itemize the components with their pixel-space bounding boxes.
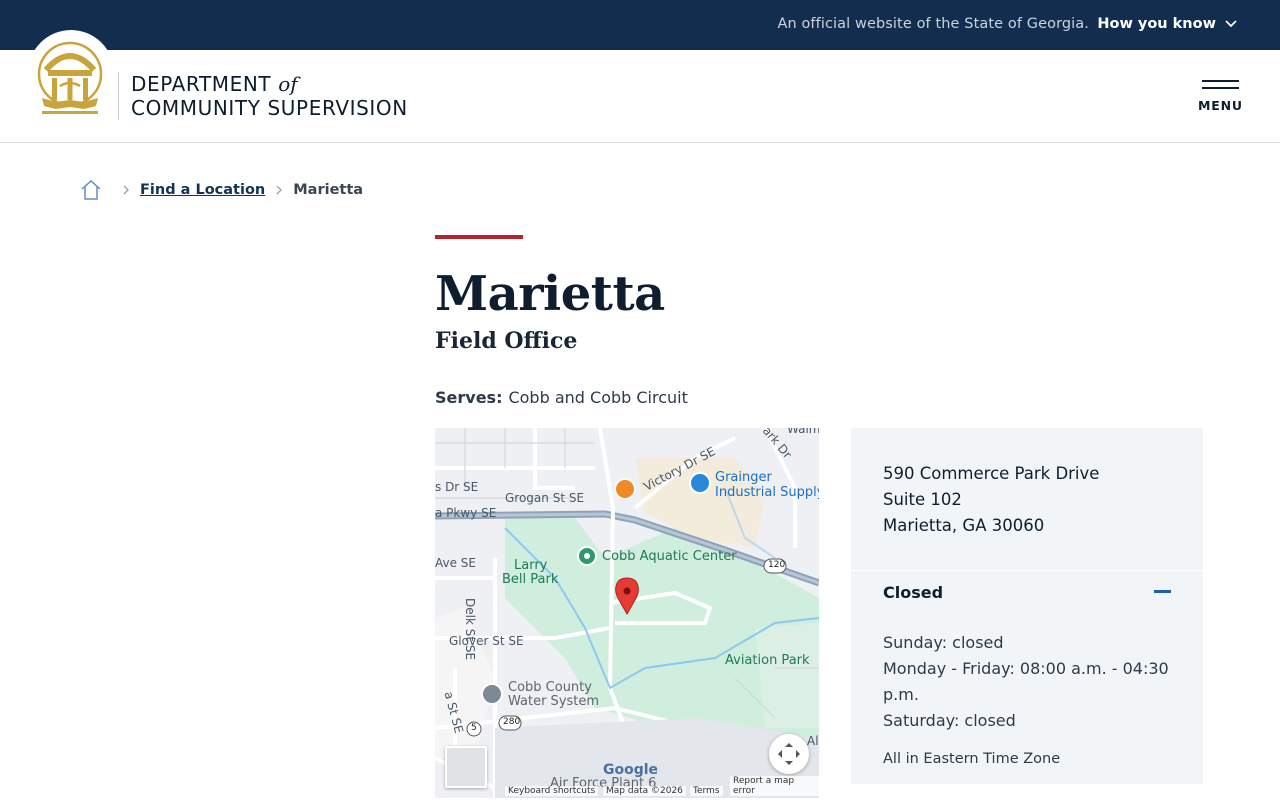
map-shield-5: 5 xyxy=(471,723,477,733)
chevron-right-icon xyxy=(276,185,283,195)
card-divider xyxy=(851,570,1203,571)
menu-label: MENU xyxy=(1198,98,1243,113)
official-banner: An official website of the State of Geor… xyxy=(0,0,1280,50)
header-divider xyxy=(118,72,119,120)
map-report-error[interactable]: Report a map error xyxy=(730,776,819,796)
google-logo[interactable]: Google xyxy=(603,762,658,778)
map-label-walm: Walm xyxy=(787,428,819,436)
minus-icon[interactable] xyxy=(1154,590,1171,593)
hours-saturday: Saturday: closed xyxy=(883,711,1016,730)
location-map[interactable]: Grogan St SE Victory Dr SE Park Dr Walm … xyxy=(435,428,819,798)
map-shield-280: 280 xyxy=(503,717,521,727)
fullscreen-icon[interactable] xyxy=(769,734,809,774)
map-label-grainger2: Industrial Supply xyxy=(715,485,819,500)
official-site-text: An official website of the State of Geor… xyxy=(777,16,1089,32)
map-label-delk: Delk St SE xyxy=(463,598,477,661)
map-label-water1: Cobb County xyxy=(508,680,592,695)
dept-line2: COMMUNITY SUPERVISION xyxy=(131,96,408,120)
hours-sunday: Sunday: closed xyxy=(883,633,1004,652)
breadcrumb: Find a Location Marietta xyxy=(80,178,363,202)
map-label-drse: s Dr SE xyxy=(435,480,479,494)
map-label-glover: Glover St SE xyxy=(449,634,524,648)
hours-list: Sunday: closed Monday - Friday: 08:00 a.… xyxy=(883,630,1183,734)
location-info-card: 590 Commerce Park Drive Suite 102 Mariet… xyxy=(851,428,1203,784)
serves-value: Cobb and Cobb Circuit xyxy=(508,388,688,407)
street-view-button[interactable] xyxy=(445,746,487,788)
map-label-aviation: Aviation Park xyxy=(725,653,810,668)
open-status[interactable]: Closed xyxy=(883,583,943,602)
map-label-grainger1: Grainger xyxy=(715,470,772,485)
breadcrumb-current: Marietta xyxy=(293,182,364,198)
map-label-larry2: Bell Park xyxy=(502,572,559,587)
hamburger-menu-icon[interactable] xyxy=(1198,80,1242,89)
address-line3: Marietta, GA 30060 xyxy=(883,516,1045,535)
georgia-seal-icon[interactable] xyxy=(36,40,104,116)
address-line1: 590 Commerce Park Drive xyxy=(883,464,1100,483)
fullscreen-button[interactable] xyxy=(769,734,809,774)
serves-label: Serves: xyxy=(435,388,503,407)
site-header: DEPARTMENT of COMMUNITY SUPERVISION MENU xyxy=(0,30,1280,143)
map-label-larry1: Larry xyxy=(514,558,548,573)
department-name[interactable]: DEPARTMENT of COMMUNITY SUPERVISION xyxy=(131,72,408,120)
map-terms[interactable]: Terms xyxy=(690,786,723,796)
hours-weekday: Monday - Friday: 08:00 a.m. - 04:30 p.m. xyxy=(883,659,1169,704)
timezone-note: All in Eastern Time Zone xyxy=(883,751,1061,767)
page-title: Marietta xyxy=(435,266,665,322)
page-subtitle: Field Office xyxy=(435,328,578,354)
how-you-know-button[interactable]: How you know xyxy=(1097,16,1216,32)
serves-line: Serves: Cobb and Cobb Circuit xyxy=(435,388,688,407)
breadcrumb-find-location[interactable]: Find a Location xyxy=(140,182,265,198)
map-label-grogan: Grogan St SE xyxy=(505,491,585,505)
map-shield-120: 120 xyxy=(768,560,786,570)
dept-line1: DEPARTMENT xyxy=(131,72,272,96)
address-line2: Suite 102 xyxy=(883,490,962,509)
chevron-down-icon[interactable] xyxy=(1224,17,1238,31)
map-label-water2: Water System xyxy=(508,694,600,709)
home-icon[interactable] xyxy=(80,179,102,201)
map-data-credit: Map data ©2026 xyxy=(603,786,686,796)
menu-button[interactable]: MENU xyxy=(1198,80,1242,113)
address-block: 590 Commerce Park Drive Suite 102 Mariet… xyxy=(883,461,1099,539)
dept-of: of xyxy=(278,72,298,96)
chevron-right-icon xyxy=(123,185,129,195)
map-label-pkwy: a Pkwy SE xyxy=(435,506,497,520)
map-label-avese: Ave SE xyxy=(435,556,477,570)
title-accent-bar xyxy=(435,235,523,239)
map-keyboard-shortcuts[interactable]: Keyboard shortcuts xyxy=(505,786,599,796)
map-label-cobb-aquatic: Cobb Aquatic Center xyxy=(602,549,737,564)
